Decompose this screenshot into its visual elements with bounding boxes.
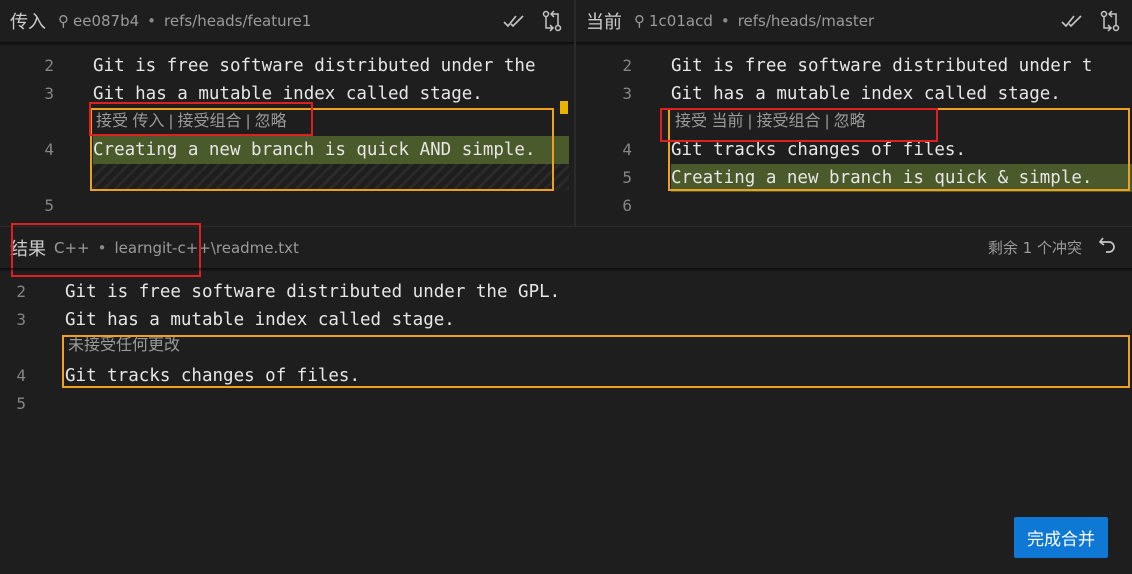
incoming-meta: ⚲ ee087b4 • refs/heads/feature1 <box>58 12 311 30</box>
line-number: 2 <box>16 282 26 301</box>
current-ref: refs/heads/master <box>737 12 875 30</box>
accept-all-icon[interactable] <box>1060 9 1084 33</box>
line-number: 3 <box>622 84 632 103</box>
code-line: Git is free software distributed under t <box>671 56 1093 76</box>
codelens-sep: | <box>747 113 753 130</box>
git-commit-icon: ⚲ <box>58 12 69 30</box>
code-line: Git tracks changes of files. <box>671 140 967 160</box>
ignore-action[interactable]: 忽略 <box>834 113 866 130</box>
accept-incoming-action[interactable]: 接受 传入 <box>96 113 164 130</box>
conflict-scroll-marker <box>560 101 568 114</box>
incoming-codelens: 接受 传入 | 接受组合 | 忽略 <box>96 108 287 136</box>
line-number: 5 <box>622 168 632 187</box>
line-number: 2 <box>622 56 632 75</box>
codelens-sep: | <box>824 113 830 130</box>
current-title: 当前 <box>586 12 622 33</box>
code-line: Git has a mutable index called stage. <box>671 84 1061 104</box>
codelens-sep: | <box>168 113 174 130</box>
incoming-ref: refs/heads/feature1 <box>164 12 312 30</box>
no-changes-accepted: 未接受任何更改 <box>68 337 181 354</box>
compare-changes-icon[interactable] <box>540 9 564 33</box>
line-number: 5 <box>44 196 54 215</box>
complete-merge-button[interactable]: 完成合并 <box>1014 517 1108 558</box>
accept-current-action[interactable]: 接受 当前 <box>675 113 743 130</box>
git-commit-icon: ⚲ <box>634 12 645 30</box>
separator-dot: • <box>147 12 157 30</box>
result-language: C++ <box>54 238 90 257</box>
accept-combination-action[interactable]: 接受组合 <box>757 113 821 130</box>
line-number: 6 <box>622 196 632 215</box>
reset-icon[interactable] <box>1098 235 1118 260</box>
line-number: 3 <box>44 84 54 103</box>
codelens-sep: | <box>245 113 251 130</box>
code-line: Git tracks changes of files. <box>65 366 361 386</box>
line-number: 3 <box>16 310 26 329</box>
code-line: Creating a new branch is quick & simple. <box>671 168 1093 188</box>
code-line: Git is free software distributed under t… <box>93 56 536 76</box>
line-number: 2 <box>44 56 54 75</box>
code-line: Git is free software distributed under t… <box>65 282 561 302</box>
current-editor[interactable]: 2 Git is free software distributed under… <box>576 42 1132 226</box>
code-line: Git has a mutable index called stage. <box>93 84 483 104</box>
current-meta: ⚲ 1c01acd • refs/heads/master <box>634 12 874 30</box>
incoming-commit[interactable]: ee087b4 <box>73 12 139 30</box>
incoming-header: 传入 ⚲ ee087b4 • refs/heads/feature1 <box>0 0 574 42</box>
code-line: Creating a new branch is quick AND simpl… <box>93 140 536 160</box>
result-path: learngit-c++\readme.txt <box>114 238 299 257</box>
separator-dot: • <box>720 12 730 30</box>
result-title: 结果 <box>10 238 46 260</box>
accept-all-icon[interactable] <box>502 9 526 33</box>
code-line: Git has a mutable index called stage. <box>65 310 455 330</box>
current-header: 当前 ⚲ 1c01acd • refs/heads/master <box>576 0 1132 42</box>
line-number: 4 <box>44 140 54 159</box>
remaining-conflicts[interactable]: 剩余 1 个冲突 <box>988 237 1082 258</box>
current-commit[interactable]: 1c01acd <box>649 12 713 30</box>
incoming-actions <box>502 9 564 33</box>
current-actions <box>1060 9 1122 33</box>
incoming-title: 传入 <box>10 12 46 33</box>
separator-dot: • <box>97 238 107 257</box>
result-actions: 剩余 1 个冲突 <box>988 235 1118 260</box>
line-number: 4 <box>16 366 26 385</box>
line-number: 5 <box>16 394 26 413</box>
compare-changes-icon[interactable] <box>1098 9 1122 33</box>
result-editor[interactable]: 2 Git is free software distributed under… <box>0 268 1132 574</box>
result-meta: C++ • learngit-c++\readme.txt <box>54 239 299 257</box>
incoming-editor[interactable]: 2 Git is free software distributed under… <box>0 42 574 226</box>
current-codelens: 接受 当前 | 接受组合 | 忽略 <box>675 108 866 136</box>
placeholder-hatch <box>93 164 569 190</box>
line-number: 4 <box>622 140 632 159</box>
ignore-action[interactable]: 忽略 <box>255 113 287 130</box>
result-header: 结果 C++ • learngit-c++\readme.txt 剩余 1 个冲… <box>0 226 1132 268</box>
accept-combination-action[interactable]: 接受组合 <box>178 113 242 130</box>
